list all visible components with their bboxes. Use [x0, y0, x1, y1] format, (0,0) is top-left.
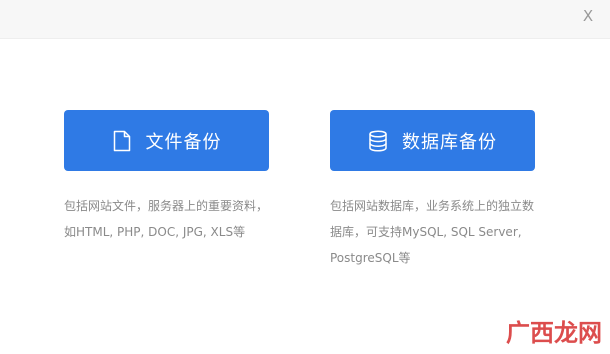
dialog-header: X: [0, 0, 610, 39]
watermark-logo: 广西龙网: [506, 319, 602, 347]
database-backup-button[interactable]: 数据库备份: [330, 110, 535, 171]
database-backup-option: 数据库备份 包括网站数据库，业务系统上的独立数据库，可支持MySQL, SQL …: [330, 110, 535, 271]
database-backup-description: 包括网站数据库，业务系统上的独立数据库，可支持MySQL, SQL Server…: [330, 199, 535, 265]
database-backup-label: 数据库备份: [402, 131, 497, 153]
close-button[interactable]: X: [576, 4, 600, 28]
document-icon: [112, 129, 132, 153]
file-backup-description: 包括网站文件，服务器上的重要资料，如HTML, PHP, DOC, JPG, X…: [64, 199, 269, 239]
backup-dialog: X 文件备份 包括网站文件，服务器上的重要资料，如HTML, PHP, DOC,…: [0, 0, 610, 354]
database-icon: [368, 129, 388, 153]
file-backup-option: 文件备份 包括网站文件，服务器上的重要资料，如HTML, PHP, DOC, J…: [64, 110, 269, 245]
file-backup-button[interactable]: 文件备份: [64, 110, 269, 171]
file-backup-label: 文件备份: [145, 131, 222, 153]
